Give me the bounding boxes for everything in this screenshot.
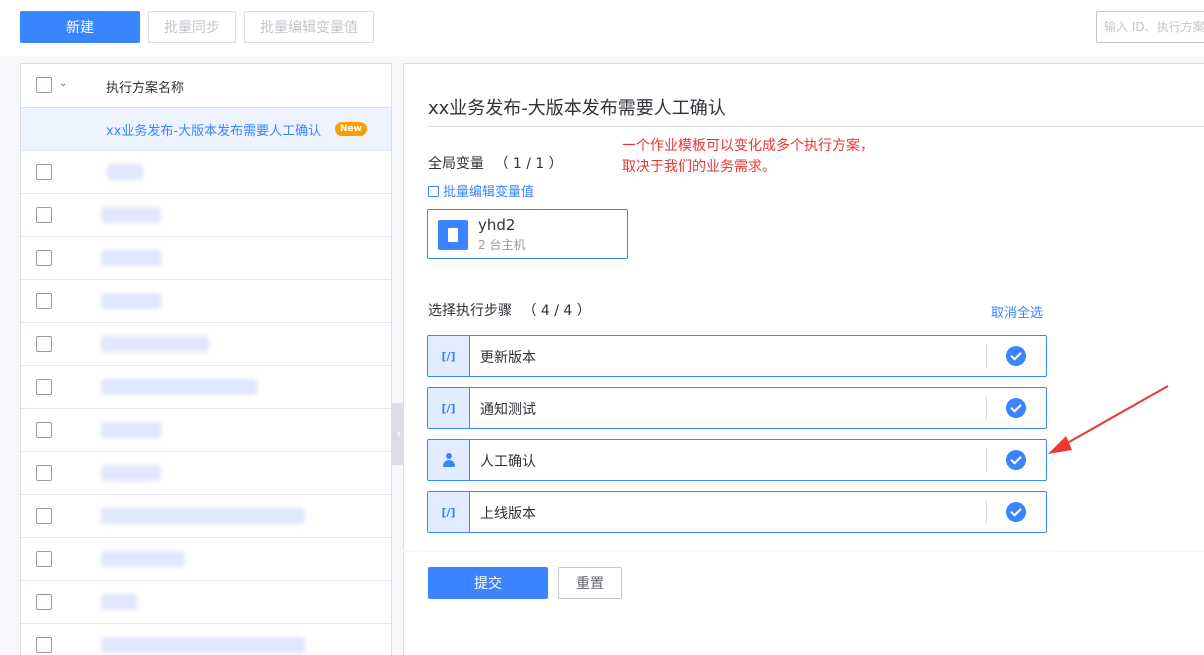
annotation-line-2: 取决于我们的业务需求。 — [622, 159, 776, 175]
row-checkbox[interactable] — [36, 250, 52, 266]
step-name: 通知测试 — [480, 402, 536, 418]
toolbar: 新建 批量同步 批量编辑变量值 输入 ID、执行方案名称 — [0, 0, 1204, 56]
host-variable-card[interactable]: yhd2 2 台主机 — [427, 209, 628, 259]
plan-name-redacted — [101, 422, 161, 438]
steps-label: 选择执行步骤 （ 4 / 4 ） — [428, 300, 591, 320]
row-checkbox[interactable] — [36, 422, 52, 438]
step-name: 更新版本 — [480, 350, 536, 366]
select-all-checkbox[interactable] — [36, 77, 52, 93]
plan-name-redacted — [101, 465, 161, 481]
reset-button[interactable]: 重置 — [558, 567, 622, 599]
submit-button[interactable]: 提交 — [428, 567, 548, 599]
plan-name[interactable]: xx业务发布-大版本发布需要人工确认 — [106, 120, 321, 139]
row-checkbox[interactable] — [36, 207, 52, 223]
annotation-note: 一个作业模板可以变化成多个执行方案， 取决于我们的业务需求。 — [622, 136, 874, 178]
plan-row[interactable] — [21, 495, 391, 538]
host-variable-name: yhd2 — [478, 216, 516, 234]
plan-name-redacted — [101, 379, 257, 395]
row-checkbox[interactable] — [36, 465, 52, 481]
check-icon[interactable] — [1006, 398, 1026, 418]
row-checkbox[interactable] — [36, 508, 52, 524]
plan-row[interactable] — [21, 581, 391, 624]
search-input[interactable]: 输入 ID、执行方案名称 — [1096, 11, 1204, 43]
plan-row[interactable] — [21, 237, 391, 280]
row-checkbox[interactable] — [36, 164, 52, 180]
steps-title: 选择执行步骤 — [428, 303, 512, 319]
step-name: 人工确认 — [480, 454, 536, 470]
step-name: 上线版本 — [480, 506, 536, 522]
plan-list: ⌄ 执行方案名称 xx业务发布-大版本发布需要人工确认 New — [20, 63, 392, 655]
plan-row[interactable] — [21, 323, 391, 366]
step-item[interactable]: [/] 上线版本 — [427, 491, 1047, 533]
batch-edit-vars-link[interactable]: 批量编辑变量值 — [428, 181, 534, 200]
row-checkbox[interactable] — [36, 379, 52, 395]
script-icon: [/] — [428, 492, 470, 532]
row-checkbox[interactable] — [36, 336, 52, 352]
plan-name-redacted — [101, 293, 161, 309]
plan-title: xx业务发布-大版本发布需要人工确认 — [428, 98, 726, 119]
title-divider — [428, 126, 1204, 127]
plan-list-header: ⌄ 执行方案名称 — [21, 64, 391, 108]
column-header-plan-name: 执行方案名称 — [106, 81, 185, 96]
batch-sync-button[interactable]: 批量同步 — [148, 11, 236, 43]
row-checkbox[interactable] — [36, 293, 52, 309]
step-item[interactable]: [/] 通知测试 — [427, 387, 1047, 429]
annotation-line-1: 一个作业模板可以变化成多个执行方案， — [622, 138, 874, 154]
step-item[interactable]: 人工确认 — [427, 439, 1047, 481]
plan-row[interactable] — [21, 538, 391, 581]
host-list-icon — [438, 220, 468, 250]
step-divider — [986, 500, 987, 524]
step-divider — [986, 396, 987, 420]
plan-name-redacted — [101, 594, 137, 610]
step-divider — [986, 448, 987, 472]
steps-count: （ 4 / 4 ） — [522, 303, 591, 319]
plan-name-redacted — [101, 637, 305, 653]
global-vars-label: 全局变量 （ 1 / 1 ） — [428, 153, 563, 173]
global-vars-count: （ 1 / 1 ） — [494, 156, 563, 172]
row-checkbox[interactable] — [36, 637, 52, 653]
new-button[interactable]: 新建 — [20, 11, 140, 43]
plan-row[interactable] — [21, 280, 391, 323]
batch-edit-vars-button[interactable]: 批量编辑变量值 — [244, 11, 374, 43]
check-icon[interactable] — [1006, 450, 1026, 470]
plan-row[interactable] — [21, 194, 391, 237]
plan-row[interactable] — [21, 366, 391, 409]
plan-name-redacted — [101, 207, 161, 223]
plan-row[interactable] — [21, 624, 391, 655]
script-icon: [/] — [428, 388, 470, 428]
plan-row[interactable] — [21, 409, 391, 452]
plan-name-redacted — [101, 336, 209, 352]
edit-icon — [428, 186, 439, 197]
plan-name-redacted — [101, 508, 305, 524]
check-icon[interactable] — [1006, 502, 1026, 522]
plan-detail: xx业务发布-大版本发布需要人工确认 一个作业模板可以变化成多个执行方案， 取决… — [403, 63, 1204, 550]
plan-row[interactable] — [21, 452, 391, 495]
step-item[interactable]: [/] 更新版本 — [427, 335, 1047, 377]
plan-row[interactable] — [21, 151, 391, 194]
batch-edit-vars-link-label: 批量编辑变量值 — [443, 185, 535, 200]
action-footer: 提交 重置 — [403, 552, 1204, 655]
plan-row-selected[interactable]: xx业务发布-大版本发布需要人工确认 New — [21, 108, 391, 151]
chevron-left-icon: ‹ — [396, 426, 402, 442]
plan-name-redacted — [107, 164, 143, 180]
step-divider — [986, 344, 987, 368]
script-icon: [/] — [428, 336, 470, 376]
person-icon — [428, 440, 470, 480]
chevron-down-icon[interactable]: ⌄ — [59, 78, 67, 89]
deselect-all-link[interactable]: 取消全选 — [991, 302, 1043, 321]
check-icon[interactable] — [1006, 346, 1026, 366]
host-count: 2 台主机 — [478, 238, 526, 252]
new-badge: New — [335, 122, 367, 136]
global-vars-title: 全局变量 — [428, 156, 484, 172]
row-checkbox[interactable] — [36, 594, 52, 610]
row-checkbox[interactable] — [36, 551, 52, 567]
plan-name-redacted — [101, 551, 185, 567]
plan-name-redacted — [101, 250, 161, 266]
